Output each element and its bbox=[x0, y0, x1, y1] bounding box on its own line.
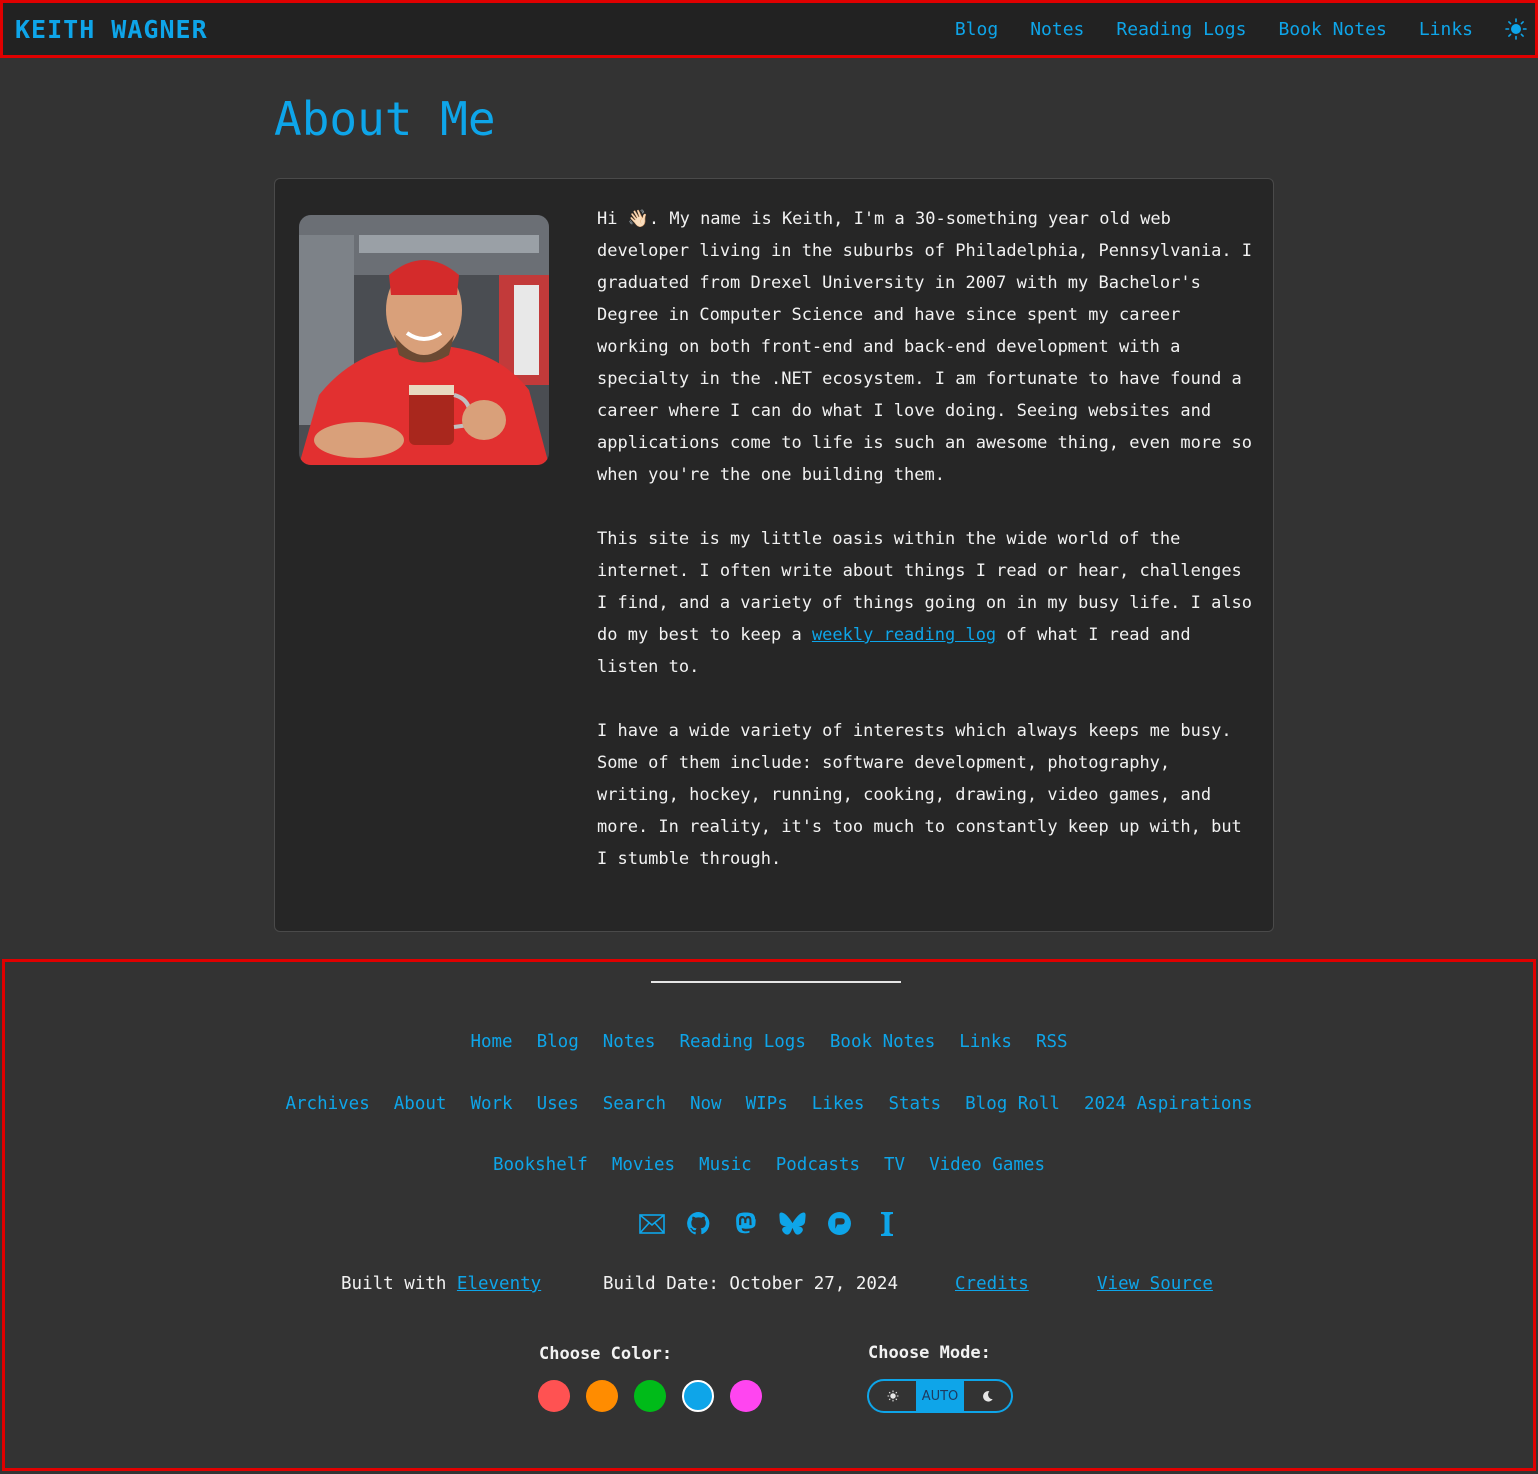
nav-links[interactable]: Links bbox=[1419, 19, 1473, 40]
color-swatch-green[interactable] bbox=[634, 1380, 666, 1412]
footer-link-podcasts[interactable]: Podcasts bbox=[776, 1155, 860, 1175]
view-source-wrapper: View Source bbox=[1097, 1274, 1213, 1294]
bio-paragraph-3: I have a wide variety of interests which… bbox=[597, 721, 1242, 869]
main-nav: Blog Notes Reading Logs Book Notes Links bbox=[955, 18, 1527, 40]
footer-link-book-notes[interactable]: Book Notes bbox=[830, 1032, 935, 1052]
footer-link-stats[interactable]: Stats bbox=[888, 1094, 941, 1114]
weekly-reading-log-link[interactable]: weekly reading log bbox=[812, 625, 996, 645]
profile-photo bbox=[299, 215, 549, 465]
credits-link[interactable]: Credits bbox=[955, 1274, 1029, 1294]
footer-link-video-games[interactable]: Video Games bbox=[929, 1155, 1045, 1175]
built-with: Built with Eleventy bbox=[341, 1274, 541, 1294]
nav-book-notes[interactable]: Book Notes bbox=[1278, 19, 1386, 40]
sun-icon[interactable] bbox=[1505, 18, 1527, 40]
email-icon[interactable] bbox=[638, 1210, 665, 1237]
light-mode-button[interactable] bbox=[869, 1381, 916, 1411]
footer-link-tv[interactable]: TV bbox=[884, 1155, 905, 1175]
about-card: Hi 👋🏻. My name is Keith, I'm a 30-someth… bbox=[274, 178, 1274, 932]
footer-link-uses[interactable]: Uses bbox=[537, 1094, 579, 1114]
footer-link-bookshelf[interactable]: Bookshelf bbox=[493, 1155, 588, 1175]
footer-link-links[interactable]: Links bbox=[959, 1032, 1012, 1052]
bio-intro-text: . My name is Keith, I'm a 30-something y… bbox=[597, 209, 1253, 485]
bio-text: Hi 👋🏻. My name is Keith, I'm a 30-someth… bbox=[597, 203, 1257, 907]
bio-paragraph-1: Hi 👋🏻. My name is Keith, I'm a 30-someth… bbox=[597, 203, 1257, 491]
bio-paragraph-2: This site is my little oasis within the … bbox=[597, 523, 1257, 683]
built-with-label: Built with bbox=[341, 1274, 457, 1294]
bluesky-icon[interactable] bbox=[779, 1210, 806, 1237]
auto-mode-button[interactable]: AUTO bbox=[916, 1381, 964, 1411]
mode-toggle: AUTO bbox=[867, 1379, 1013, 1413]
footer-link-home[interactable]: Home bbox=[470, 1032, 512, 1052]
github-icon[interactable] bbox=[685, 1210, 712, 1237]
color-swatch-red[interactable] bbox=[538, 1380, 570, 1412]
footer-link-movies[interactable]: Movies bbox=[612, 1155, 675, 1175]
color-swatch-orange[interactable] bbox=[586, 1380, 618, 1412]
color-swatch-pink[interactable] bbox=[730, 1380, 762, 1412]
micro-blog-icon[interactable] bbox=[826, 1210, 853, 1237]
top-navigation-bar: KEITH WAGNER Blog Notes Reading Logs Boo… bbox=[0, 0, 1538, 58]
waving-hand-icon: 👋🏻 bbox=[627, 209, 649, 229]
moon-icon bbox=[982, 1390, 993, 1402]
footer-link-about[interactable]: About bbox=[394, 1094, 447, 1114]
site-brand-link[interactable]: KEITH WAGNER bbox=[15, 15, 208, 44]
footer-link-now[interactable]: Now bbox=[690, 1094, 722, 1114]
footer-link-blog-roll[interactable]: Blog Roll bbox=[965, 1094, 1060, 1114]
footer-link-wips[interactable]: WIPs bbox=[746, 1094, 788, 1114]
nav-reading-logs[interactable]: Reading Logs bbox=[1116, 19, 1246, 40]
footer-link-aspirations[interactable]: 2024 Aspirations bbox=[1084, 1094, 1253, 1114]
color-picker bbox=[538, 1380, 762, 1412]
footer-nav-primary: Home Blog Notes Reading Logs Book Notes … bbox=[5, 1032, 1533, 1052]
footer-link-notes[interactable]: Notes bbox=[603, 1032, 656, 1052]
footer-link-music[interactable]: Music bbox=[699, 1155, 752, 1175]
eleventy-link[interactable]: Eleventy bbox=[457, 1274, 541, 1294]
color-swatch-blue[interactable] bbox=[682, 1380, 714, 1412]
footer-nav-media: Bookshelf Movies Music Podcasts TV Video… bbox=[5, 1155, 1533, 1175]
footer-link-blog[interactable]: Blog bbox=[537, 1032, 579, 1052]
nav-blog[interactable]: Blog bbox=[955, 19, 998, 40]
view-source-link[interactable]: View Source bbox=[1097, 1274, 1213, 1294]
sun-small-icon bbox=[887, 1390, 899, 1402]
build-date: Build Date: October 27, 2024 bbox=[603, 1274, 899, 1294]
mastodon-icon[interactable] bbox=[732, 1210, 759, 1237]
choose-color-label: Choose Color: bbox=[539, 1344, 673, 1364]
social-links bbox=[5, 1210, 1533, 1237]
site-footer: Home Blog Notes Reading Logs Book Notes … bbox=[2, 959, 1536, 1471]
credits-wrapper: Credits bbox=[955, 1274, 1029, 1294]
choose-mode-label: Choose Mode: bbox=[868, 1343, 991, 1363]
footer-link-work[interactable]: Work bbox=[470, 1094, 512, 1114]
footer-nav-secondary: Archives About Work Uses Search Now WIPs… bbox=[5, 1094, 1533, 1114]
nav-notes[interactable]: Notes bbox=[1030, 19, 1084, 40]
footer-link-reading-logs[interactable]: Reading Logs bbox=[679, 1032, 805, 1052]
footer-link-archives[interactable]: Archives bbox=[285, 1094, 369, 1114]
page-title: About Me bbox=[274, 92, 496, 146]
footer-link-search[interactable]: Search bbox=[603, 1094, 666, 1114]
footer-link-rss[interactable]: RSS bbox=[1036, 1032, 1068, 1052]
footer-divider bbox=[651, 981, 901, 983]
bio-greeting: Hi bbox=[597, 209, 628, 229]
dark-mode-button[interactable] bbox=[964, 1381, 1011, 1411]
footer-link-likes[interactable]: Likes bbox=[812, 1094, 865, 1114]
instapaper-icon[interactable] bbox=[873, 1210, 900, 1237]
